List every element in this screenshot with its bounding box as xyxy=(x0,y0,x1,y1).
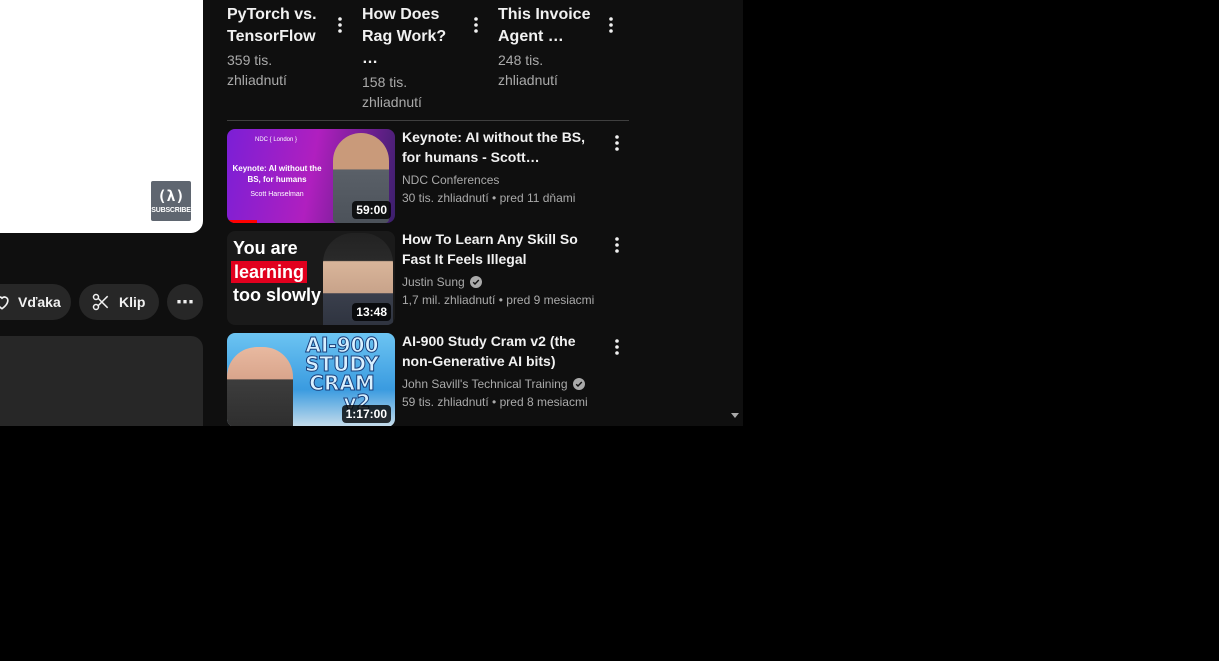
view-count: 1,7 mil. zhliadnutí xyxy=(402,293,496,307)
verified-check-icon xyxy=(572,378,585,390)
short-menu-button[interactable] xyxy=(466,13,486,37)
thanks-label: Vďaka xyxy=(18,294,61,310)
more-vertical-icon xyxy=(615,339,619,355)
view-count: 30 tis. zhliadnutí xyxy=(402,191,489,205)
video-title[interactable]: Keynote: AI without the BS, for humans -… xyxy=(402,127,602,167)
more-vertical-icon xyxy=(609,17,613,33)
video-duration: 59:00 xyxy=(352,201,391,219)
channel-name-text: NDC Conferences xyxy=(402,173,500,187)
thumbnail-text-line: too slowly xyxy=(233,285,322,305)
verified-check-icon xyxy=(469,276,482,288)
subscribe-watermark[interactable]: (λ) SUBSCRIBE xyxy=(151,181,191,221)
video-menu-button[interactable] xyxy=(607,335,627,359)
thumbnail-label: NDC { London } xyxy=(254,137,298,143)
more-vertical-icon xyxy=(615,135,619,151)
video-menu-button[interactable] xyxy=(607,131,627,155)
thumbnail-name: Scott Hanselman xyxy=(250,191,304,198)
view-count: 59 tis. zhliadnutí xyxy=(402,395,489,409)
video-thumbnail[interactable]: AI-900 STUDY CRAM v2 1:17:00 xyxy=(227,333,395,426)
video-thumbnail[interactable]: You are learning too slowly 13:48 xyxy=(227,231,395,325)
watch-progress-bar xyxy=(227,220,257,223)
thumbnail-text-line: learning xyxy=(231,261,308,283)
video-duration: 13:48 xyxy=(352,303,391,321)
video-stats: 30 tis. zhliadnutí • pred 11 dňami xyxy=(402,191,576,205)
thumbnail-text-line: You are xyxy=(233,238,298,258)
video-menu-button[interactable] xyxy=(607,233,627,257)
clip-button[interactable]: Klip xyxy=(79,284,159,320)
clip-label: Klip xyxy=(119,294,146,310)
short-views: 158 tis. zhliadnutí xyxy=(362,74,422,110)
channel-name[interactable]: John Savill's Technical Training xyxy=(402,375,602,393)
short-title: How Does Rag Work? … xyxy=(362,6,447,67)
short-title: This Invoice Agent … xyxy=(498,6,591,45)
scissors-icon xyxy=(92,293,109,311)
section-divider xyxy=(227,120,629,121)
video-meta: How To Learn Any Skill So Fast It Feels … xyxy=(402,231,602,309)
upload-age: pred 11 dňami xyxy=(499,191,576,205)
video-title[interactable]: How To Learn Any Skill So Fast It Feels … xyxy=(402,229,602,269)
freecodecamp-logo-icon: (λ) xyxy=(157,187,185,205)
list-item[interactable]: NDC { London } Keynote: AI without the B… xyxy=(227,129,629,225)
scroll-down-arrow-icon[interactable] xyxy=(731,413,739,418)
channel-name-text: John Savill's Technical Training xyxy=(402,377,568,391)
upload-age: pred 8 mesiacmi xyxy=(499,395,588,409)
upload-age: pred 9 mesiacmi xyxy=(506,293,595,307)
more-vertical-icon xyxy=(338,17,342,33)
description-box[interactable] xyxy=(0,336,203,426)
thumbnail-person xyxy=(227,347,293,426)
heart-icon xyxy=(0,296,9,310)
channel-name-text: Justin Sung xyxy=(402,275,465,289)
video-duration: 1:17:00 xyxy=(341,405,391,423)
short-views: 248 tis. zhliadnutí xyxy=(498,52,558,88)
more-vertical-icon xyxy=(615,237,619,253)
short-menu-button[interactable] xyxy=(601,13,621,37)
channel-name[interactable]: NDC Conferences xyxy=(402,171,602,189)
subscribe-watermark-label: SUBSCRIBE xyxy=(151,207,191,214)
video-stats: 1,7 mil. zhliadnutí • pred 9 mesiacmi xyxy=(402,293,595,307)
channel-name[interactable]: Justin Sung xyxy=(402,273,602,291)
list-item[interactable]: AI-900 STUDY CRAM v2 1:17:00 AI-900 Stud… xyxy=(227,333,629,426)
short-item[interactable]: This Invoice Agent … 248 tis. zhliadnutí xyxy=(498,4,618,90)
video-meta: AI-900 Study Cram v2 (the non-Generative… xyxy=(402,333,602,411)
thanks-button[interactable]: Vďaka xyxy=(0,284,71,320)
short-item[interactable]: PyTorch vs. TensorFlow 359 tis. zhliadnu… xyxy=(227,4,347,90)
video-stats: 59 tis. zhliadnutí • pred 8 mesiacmi xyxy=(402,395,588,409)
youtube-watch-page: (λ) SUBSCRIBE Vďaka Klip ⋯ PyTorch vs. T… xyxy=(0,0,743,426)
video-meta: Keynote: AI without the BS, for humans -… xyxy=(402,129,602,207)
short-menu-button[interactable] xyxy=(330,13,350,37)
more-actions-button[interactable]: ⋯ xyxy=(167,284,203,320)
thumbnail-text-line: CRAM xyxy=(309,371,375,395)
more-vertical-icon xyxy=(474,17,478,33)
thumbnail-headline: Keynote: AI without the BS, for humans xyxy=(232,164,322,184)
video-title[interactable]: AI-900 Study Cram v2 (the non-Generative… xyxy=(402,331,602,371)
video-player[interactable]: (λ) SUBSCRIBE xyxy=(0,0,203,233)
more-horizontal-icon: ⋯ xyxy=(176,291,194,312)
video-thumbnail[interactable]: NDC { London } Keynote: AI without the B… xyxy=(227,129,395,223)
short-title: PyTorch vs. TensorFlow xyxy=(227,6,317,45)
list-item[interactable]: You are learning too slowly 13:48 How To… xyxy=(227,231,629,327)
short-views: 359 tis. zhliadnutí xyxy=(227,52,287,88)
short-item[interactable]: How Does Rag Work? … 158 tis. zhliadnutí xyxy=(362,4,482,112)
